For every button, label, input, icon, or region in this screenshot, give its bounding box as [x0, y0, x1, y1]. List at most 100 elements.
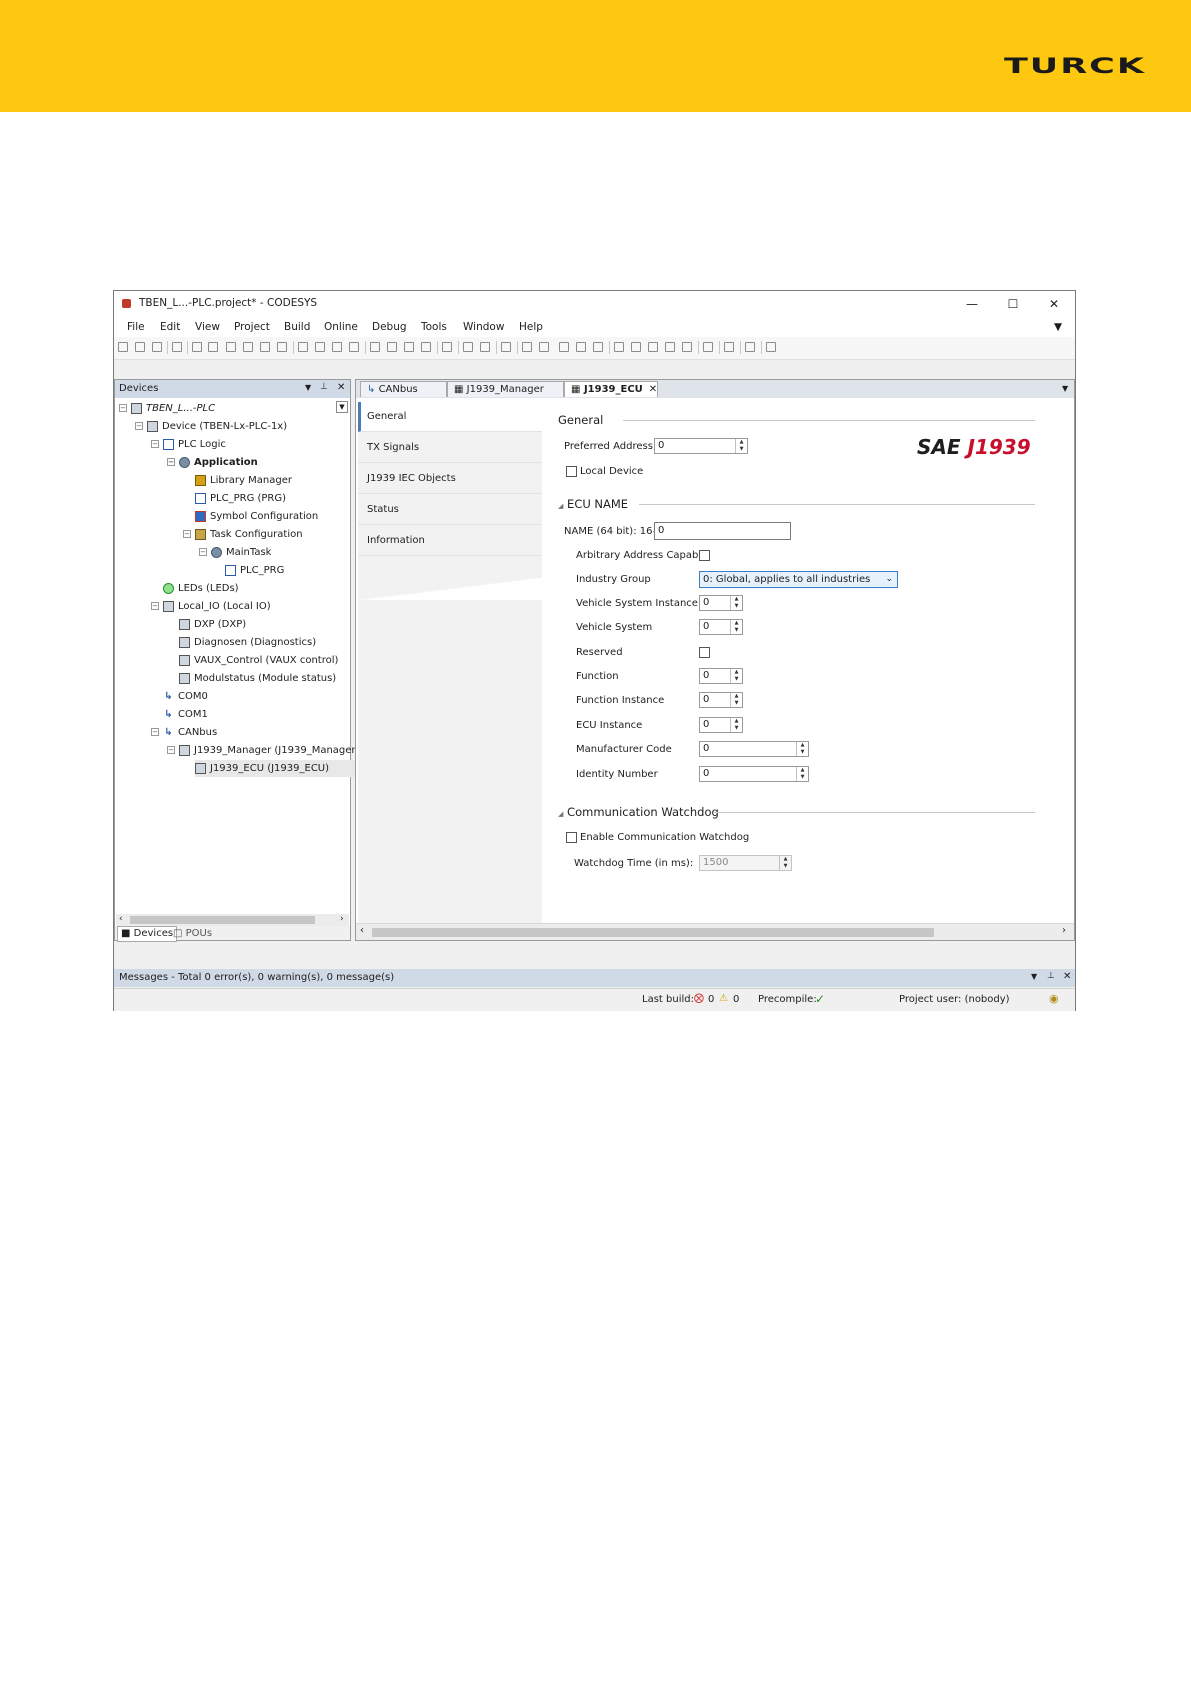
- collapse-icon[interactable]: −: [199, 548, 207, 556]
- identity-number-spinner[interactable]: 0 ▲ ▼: [699, 766, 809, 782]
- scroll-left-icon[interactable]: ‹: [119, 914, 123, 924]
- tree-node-j1939-manager[interactable]: − J1939_Manager (J1939_Manager): [167, 742, 359, 759]
- collapse-triangle-icon[interactable]: ◢: [558, 502, 563, 510]
- collapse-icon[interactable]: −: [167, 746, 175, 754]
- step-over-icon[interactable]: [614, 342, 624, 352]
- undo-icon[interactable]: [192, 342, 202, 352]
- preferred-address-spinner[interactable]: 0 ▲ ▼: [654, 438, 748, 454]
- tree-node-dxp[interactable]: DXP (DXP): [179, 616, 246, 633]
- tab-j1939-manager[interactable]: ▦ J1939_Manager: [447, 381, 564, 397]
- find-icon[interactable]: [298, 342, 308, 352]
- reset-icon[interactable]: [593, 342, 603, 352]
- bookmark-clear-icon[interactable]: [421, 342, 431, 352]
- replace-in-project-icon[interactable]: [349, 342, 359, 352]
- filter-icon[interactable]: ▼: [1054, 321, 1062, 333]
- tree-node-device[interactable]: − Device (TBEN-Lx-PLC-1x): [135, 418, 287, 435]
- write-values-icon[interactable]: [703, 342, 713, 352]
- tabs-dropdown-icon[interactable]: ▼: [1062, 384, 1068, 393]
- vehicle-system-instance-spinner[interactable]: 0 ▲ ▼: [699, 595, 743, 611]
- tree-node-symbol-configuration[interactable]: Symbol Configuration: [195, 508, 318, 525]
- nav-information[interactable]: Information: [358, 526, 542, 556]
- save-icon[interactable]: [152, 342, 162, 352]
- vehicle-system-spinner[interactable]: 0 ▲ ▼: [699, 619, 743, 635]
- editor-horizontal-scrollbar[interactable]: ‹ ›: [356, 923, 1074, 940]
- spinner-arrows-icon[interactable]: ▲ ▼: [730, 620, 742, 634]
- close-icon[interactable]: ✕: [1035, 294, 1073, 314]
- tree-node-plc-logic[interactable]: − PLC Logic: [151, 436, 226, 453]
- logout-icon[interactable]: [539, 342, 549, 352]
- duplicate-icon[interactable]: [442, 342, 452, 352]
- login-icon[interactable]: [522, 342, 532, 352]
- menu-edit[interactable]: Edit: [160, 321, 180, 333]
- nav-j1939-iec-objects[interactable]: J1939 IEC Objects: [358, 464, 542, 494]
- tab-close-icon[interactable]: ✕: [649, 384, 657, 395]
- unforce-icon[interactable]: [745, 342, 755, 352]
- name-64bit-input[interactable]: 0: [654, 522, 791, 540]
- nav-tx-signals[interactable]: TX Signals: [358, 433, 542, 463]
- tree-node-maintask[interactable]: − MainTask: [199, 544, 271, 561]
- menu-tools[interactable]: Tools: [421, 321, 447, 333]
- panel-menu-icon[interactable]: ▼: [1031, 972, 1037, 981]
- spinner-arrows-icon[interactable]: ▲ ▼: [730, 669, 742, 683]
- tree-node-com0[interactable]: ↳ COM0: [163, 688, 208, 705]
- tree-node-leds[interactable]: LEDs (LEDs): [163, 580, 239, 597]
- menu-online[interactable]: Online: [324, 321, 358, 333]
- spinner-arrows-icon[interactable]: ▲ ▼: [779, 856, 791, 870]
- open-project-icon[interactable]: [135, 342, 145, 352]
- tree-node-library-manager[interactable]: Library Manager: [195, 472, 292, 489]
- scrollbar-thumb[interactable]: [130, 916, 315, 924]
- menu-build[interactable]: Build: [284, 321, 310, 333]
- cut-icon[interactable]: [226, 342, 236, 352]
- step-out-icon[interactable]: [648, 342, 658, 352]
- tree-node-plc-prg[interactable]: PLC_PRG (PRG): [195, 490, 286, 507]
- bookmark-prev-icon[interactable]: [404, 342, 414, 352]
- build-icon[interactable]: [501, 342, 511, 352]
- collapse-icon[interactable]: −: [167, 458, 175, 466]
- minimize-icon[interactable]: —: [953, 294, 991, 314]
- tab-devices[interactable]: ■ Devices: [117, 926, 178, 942]
- menu-project[interactable]: Project: [234, 321, 270, 333]
- pin-icon[interactable]: ⊥: [1047, 971, 1055, 981]
- tree-node-local-io[interactable]: − Local_IO (Local IO): [151, 598, 271, 615]
- tab-j1939-ecu[interactable]: ▦ J1939_ECU ✕: [564, 381, 658, 397]
- stop-icon[interactable]: [576, 342, 586, 352]
- industry-group-select[interactable]: 0: Global, applies to all industries ⌄: [699, 571, 898, 588]
- redo-icon[interactable]: [208, 342, 218, 352]
- step-into-icon[interactable]: [631, 342, 641, 352]
- panel-menu-icon[interactable]: ▼: [305, 383, 311, 392]
- tree-node-vaux-control[interactable]: VAUX_Control (VAUX control): [179, 652, 338, 669]
- messages-bar[interactable]: Messages - Total 0 error(s), 0 warning(s…: [114, 969, 1075, 987]
- scroll-left-icon[interactable]: ‹: [360, 925, 364, 936]
- manufacturer-code-spinner[interactable]: 0 ▲ ▼: [699, 741, 809, 757]
- delete-icon[interactable]: [277, 342, 287, 352]
- spinner-arrows-icon[interactable]: ▲ ▼: [730, 596, 742, 610]
- collapse-icon[interactable]: −: [151, 602, 159, 610]
- copy-icon[interactable]: [243, 342, 253, 352]
- find-in-project-icon[interactable]: [332, 342, 342, 352]
- collapse-icon[interactable]: −: [151, 728, 159, 736]
- collapse-icon[interactable]: −: [135, 422, 143, 430]
- tree-node-canbus[interactable]: − ↳ CANbus: [151, 724, 217, 741]
- scroll-right-icon[interactable]: ›: [340, 914, 344, 924]
- start-icon[interactable]: [559, 342, 569, 352]
- ecu-instance-spinner[interactable]: 0 ▲ ▼: [699, 717, 743, 733]
- replace-icon[interactable]: [315, 342, 325, 352]
- tree-node-diagnosen[interactable]: Diagnosen (Diagnostics): [179, 634, 316, 651]
- collapse-triangle-icon[interactable]: ◢: [558, 810, 563, 818]
- tree-node-com1[interactable]: ↳ COM1: [163, 706, 208, 723]
- scrollbar-thumb[interactable]: [372, 928, 934, 937]
- arbitrary-address-capable-checkbox[interactable]: [699, 550, 710, 561]
- nav-status[interactable]: Status: [358, 495, 542, 525]
- lightbulb-icon[interactable]: ◉: [1049, 992, 1059, 1005]
- local-device-checkbox[interactable]: [566, 466, 577, 477]
- add-object-icon[interactable]: [463, 342, 473, 352]
- spinner-arrows-icon[interactable]: ▲ ▼: [735, 439, 747, 453]
- pin-icon[interactable]: ⊥: [320, 382, 328, 392]
- paste-icon[interactable]: [260, 342, 270, 352]
- menu-view[interactable]: View: [195, 321, 220, 333]
- function-spinner[interactable]: 0 ▲ ▼: [699, 668, 743, 684]
- collapse-icon[interactable]: −: [183, 530, 191, 538]
- nav-general[interactable]: General: [358, 402, 542, 432]
- refresh-icon[interactable]: [766, 342, 776, 352]
- tree-node-plc-prg-call[interactable]: PLC_PRG: [225, 562, 284, 579]
